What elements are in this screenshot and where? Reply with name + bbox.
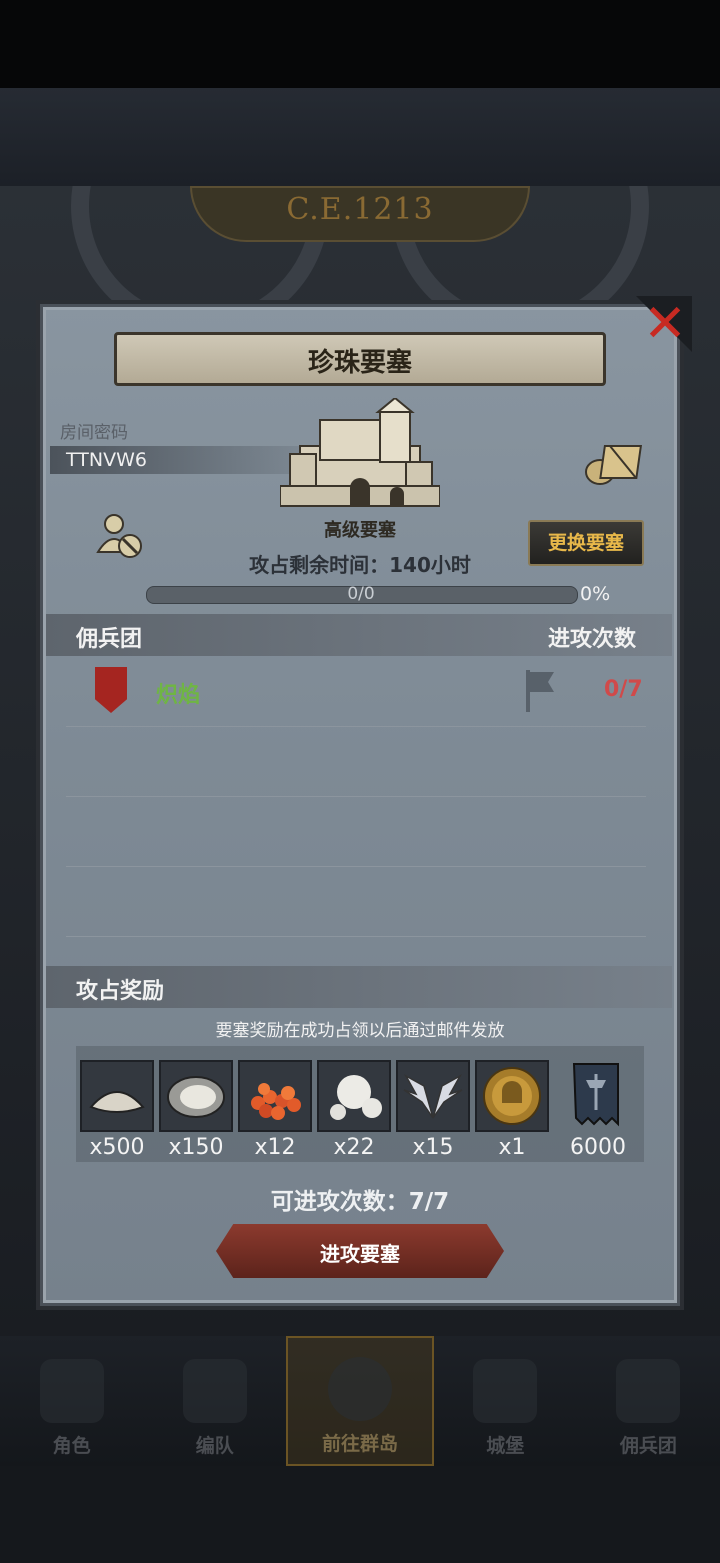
reward-slot[interactable] <box>80 1060 154 1132</box>
room-code-label: 房间密码 <box>60 423 128 443</box>
reward-slot[interactable] <box>317 1060 391 1132</box>
reward-qty: x1 <box>498 1135 526 1160</box>
reward-qty: x500 <box>89 1135 145 1160</box>
mercenary-name[interactable]: 炽焰 <box>156 677 200 709</box>
bottom-nav: 角色 编队 前往群岛 城堡 佣兵团 <box>0 1336 720 1466</box>
room-code: TTNVW6 <box>66 449 147 471</box>
dialog-title: 珍珠要塞 <box>307 348 412 378</box>
nav-label: 前往群岛 <box>322 1433 399 1455</box>
nav-item-castle[interactable]: 城堡 <box>434 1336 577 1466</box>
row-divider <box>66 796 646 797</box>
salt-pile-icon <box>89 1091 145 1113</box>
flag-icon <box>526 670 554 712</box>
no-user-icon <box>96 514 142 558</box>
reward-qty: x150 <box>168 1135 224 1160</box>
islands-icon <box>328 1357 392 1421</box>
nav-item-islands[interactable]: 前往群岛 <box>286 1336 434 1466</box>
reward-slot[interactable] <box>475 1060 549 1132</box>
nav-item-formation[interactable]: 编队 <box>143 1336 286 1466</box>
reward-qty: 6000 <box>570 1135 626 1160</box>
row-divider <box>66 726 646 727</box>
banner-axe-icon[interactable] <box>572 1062 620 1130</box>
mercenary-header: 佣兵团 <box>76 627 143 652</box>
reward-qty: x22 <box>333 1135 375 1160</box>
reward-slot[interactable] <box>238 1060 312 1132</box>
fish-roe-icon <box>251 1083 301 1120</box>
change-fortress-button[interactable]: 更换要塞 <box>528 520 644 566</box>
progress-text: 0/0 <box>347 584 375 604</box>
row-divider <box>66 936 646 937</box>
fortress-castle-icon <box>280 398 440 507</box>
supply-crate-icon[interactable] <box>584 438 646 486</box>
nav-label: 佣兵团 <box>619 1435 677 1457</box>
nav-label: 城堡 <box>486 1435 525 1457</box>
wing-emblem-icon <box>403 1074 463 1119</box>
reward-note: 要塞奖励在成功占领以后通过邮件发放 <box>215 1021 505 1041</box>
mercenary-icon <box>616 1359 681 1423</box>
nav-item-character[interactable]: 角色 <box>0 1336 143 1466</box>
close-icon[interactable]: ✕ <box>640 296 690 352</box>
status-bar-area <box>0 0 720 88</box>
pearl-icon <box>330 1075 382 1120</box>
castle-icon <box>473 1359 538 1423</box>
row-divider <box>66 866 646 867</box>
attack-remaining: 可进攻次数：7/7 <box>270 1189 450 1215</box>
nav-item-mercenary[interactable]: 佣兵团 <box>577 1336 720 1466</box>
reward-slot[interactable] <box>159 1060 233 1132</box>
nav-label: 编队 <box>195 1435 234 1457</box>
formation-icon <box>182 1359 247 1423</box>
reward-qty: x12 <box>254 1135 296 1160</box>
year-label: C.E.1213 <box>286 192 434 227</box>
fortress-level: 高级要塞 <box>324 520 396 541</box>
attack-fortress-label[interactable]: 进攻要塞 <box>216 1238 504 1267</box>
remaining-time: 攻占剩余时间：140小时 <box>249 553 471 577</box>
character-icon <box>39 1359 104 1423</box>
reward-qty: x15 <box>412 1135 454 1160</box>
nav-label: 角色 <box>52 1435 91 1457</box>
knight-coin-icon <box>483 1067 541 1125</box>
bottom-bar <box>0 1466 720 1563</box>
reward-header: 攻占奖励 <box>76 979 165 1004</box>
progress-percent: 0% <box>580 583 611 605</box>
mercenary-attack-count: 0/7 <box>604 677 643 702</box>
reward-slot[interactable] <box>396 1060 470 1132</box>
top-band <box>0 88 720 186</box>
oyster-icon <box>167 1076 225 1118</box>
attack-count-header: 进攻次数 <box>548 627 637 652</box>
